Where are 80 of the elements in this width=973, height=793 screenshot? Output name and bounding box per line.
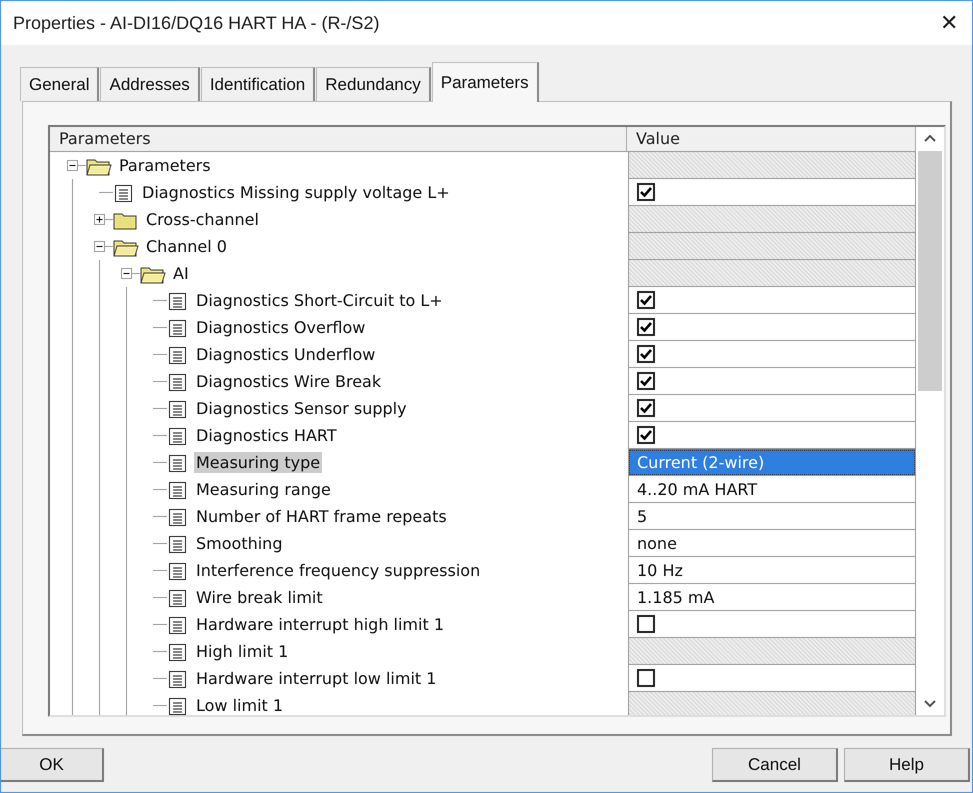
dialog-button[interactable]: Help (844, 748, 970, 782)
parameter-name[interactable]: High limit 1 (194, 641, 290, 662)
parameter-name[interactable]: Diagnostics Underflow (194, 344, 378, 365)
parameter-name[interactable]: Number of HART frame repeats (194, 506, 449, 527)
parameter-name[interactable]: Diagnostics Sensor supply (194, 398, 409, 419)
expander-icon[interactable] (94, 214, 105, 225)
checkbox[interactable] (637, 345, 655, 363)
document-icon (167, 398, 189, 418)
parameter-name[interactable]: Smoothing (194, 533, 284, 554)
checkbox[interactable] (637, 669, 655, 687)
window-title: Properties - AI-DI16/DQ16 HART HA - (R-/S2) (13, 12, 380, 34)
checkbox[interactable] (637, 399, 655, 417)
parameter-name[interactable]: AI (171, 263, 191, 284)
value-cell[interactable] (628, 341, 916, 368)
value-cell[interactable] (628, 638, 916, 665)
document-icon (167, 290, 189, 310)
value-cell[interactable]: Current (2-wire) (628, 449, 916, 476)
value-cell[interactable] (628, 368, 916, 395)
checkbox[interactable] (637, 372, 655, 390)
document-icon (167, 614, 189, 634)
parameter-name[interactable]: Diagnostics Short-Circuit to L+ (194, 290, 445, 311)
value-cell[interactable] (628, 152, 916, 179)
document-icon (167, 344, 189, 364)
value-cell[interactable]: 5 (628, 503, 916, 530)
tab[interactable]: Addresses (100, 67, 200, 101)
expander-icon[interactable] (67, 160, 78, 171)
scroll-down-icon[interactable] (923, 699, 937, 709)
parameter-name[interactable]: Wire break limit (194, 587, 325, 608)
document-icon (167, 506, 189, 526)
parameter-name[interactable]: Measuring range (194, 479, 333, 500)
parameter-name[interactable]: Diagnostics HART (194, 425, 339, 446)
value-cell[interactable] (628, 206, 916, 233)
value-cell[interactable]: none (628, 530, 916, 557)
parameter-name[interactable]: Channel 0 (144, 236, 229, 257)
parameter-name[interactable]: Interference frequency suppression (194, 560, 482, 581)
tab[interactable]: Parameters (432, 62, 539, 102)
parameter-name[interactable]: Cross-channel (144, 209, 261, 230)
document-icon (167, 318, 189, 338)
parameter-name[interactable]: Hardware interrupt low limit 1 (194, 668, 438, 689)
document-icon (167, 534, 189, 554)
value-cell[interactable] (628, 314, 916, 341)
value-cell[interactable] (628, 260, 916, 287)
checkbox[interactable] (637, 318, 655, 336)
parameter-name[interactable]: Hardware interrupt high limit 1 (194, 614, 446, 635)
document-icon (167, 452, 189, 472)
parameter-name[interactable]: Parameters (117, 155, 213, 176)
checkbox[interactable] (637, 615, 655, 633)
value-cell[interactable] (628, 287, 916, 314)
close-button[interactable]: ✕ (926, 3, 972, 43)
tab[interactable]: Redundancy (316, 67, 431, 101)
parameter-name[interactable]: Diagnostics Overflow (194, 317, 368, 338)
value-cell[interactable]: 10 Hz (628, 557, 916, 584)
expander-icon[interactable] (121, 268, 132, 279)
document-icon (167, 588, 189, 608)
document-icon (167, 560, 189, 580)
parameter-name[interactable]: Diagnostics Missing supply voltage L+ (140, 182, 452, 203)
value-cell[interactable]: 1.185 mA (628, 584, 916, 611)
expander-icon[interactable] (94, 241, 105, 252)
column-header[interactable]: Parameters (50, 127, 627, 151)
scroll-up-icon[interactable] (923, 133, 937, 143)
dialog-button[interactable]: OK (1, 748, 104, 782)
document-icon (167, 480, 189, 500)
document-icon (113, 182, 135, 202)
value-cell[interactable] (628, 395, 916, 422)
document-icon (167, 372, 189, 392)
value-cell[interactable] (628, 233, 916, 260)
dialog-button[interactable]: Cancel (712, 748, 838, 782)
document-icon (167, 642, 189, 662)
document-icon (167, 426, 189, 446)
tab[interactable]: Identification (200, 67, 316, 101)
document-icon (167, 668, 189, 688)
checkbox[interactable] (637, 426, 655, 444)
parameter-name[interactable]: Measuring type (194, 452, 322, 473)
parameter-name[interactable]: Diagnostics Wire Break (194, 371, 384, 392)
parameter-name[interactable]: Low limit 1 (194, 695, 286, 715)
checkbox[interactable] (637, 183, 655, 201)
value-cell[interactable]: 4..20 mA HART (628, 476, 916, 503)
tab[interactable]: General (20, 67, 100, 101)
value-cell[interactable] (628, 692, 916, 715)
checkbox[interactable] (637, 291, 655, 309)
